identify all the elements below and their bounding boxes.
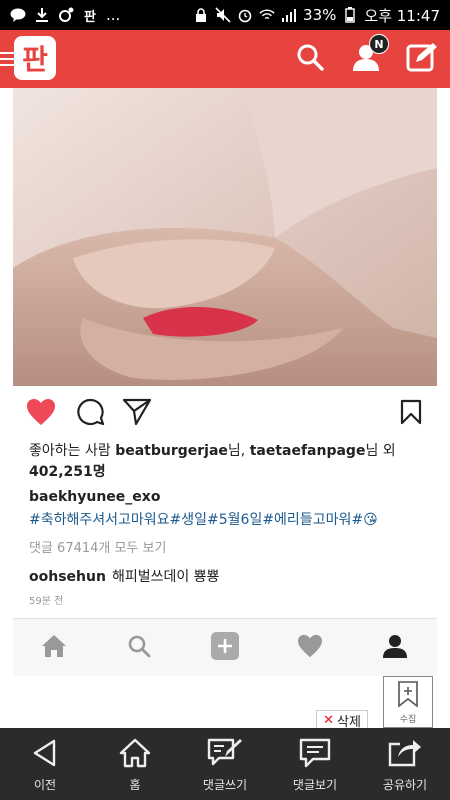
back-icon: [27, 736, 63, 770]
nav-back[interactable]: 이전: [0, 728, 90, 800]
likes-count[interactable]: 402,251명: [29, 464, 106, 480]
emoji: 😘: [363, 512, 378, 528]
comment-text: 해피벌쓰데이 뿅뿅: [111, 569, 220, 585]
post-time: 59분 전: [29, 596, 64, 607]
heart-icon: [26, 398, 56, 430]
write-button[interactable]: [405, 42, 439, 76]
hashtags-text: #축하해주셔서고마워요#생일#5월6일#에리들고마워#: [29, 512, 364, 528]
status-bar: 판 ... 33% 오후 11:47: [0, 0, 450, 30]
post-image-illustration: [13, 88, 437, 386]
pann-logo[interactable]: 판: [14, 36, 56, 80]
likes-text: 좋아하는 사람 beatburgerjae님, taetaefanpage님 외…: [29, 441, 429, 483]
tab-search[interactable]: [124, 633, 154, 663]
nav-write-comment-label: 댓글쓰기: [202, 778, 248, 792]
comment-username[interactable]: oohsehun: [29, 569, 106, 585]
nav-home-label: 홈: [129, 778, 141, 792]
delete-label: 삭제: [336, 714, 361, 730]
add-icon: [211, 632, 239, 664]
post-hashtags[interactable]: #축하해주셔서고마워요#생일#5월6일#에리들고마워#😘: [29, 509, 378, 529]
mute-icon: [215, 7, 231, 23]
status-ellipsis: ...: [106, 6, 121, 24]
nav-view-comments-label: 댓글보기: [292, 778, 338, 792]
status-right: 33% 오후 11:47: [193, 5, 440, 26]
nav-write-comment[interactable]: 댓글쓰기: [180, 728, 270, 800]
close-icon: ✕: [323, 712, 334, 728]
collect-label: 수집: [399, 714, 417, 725]
tab-home[interactable]: [39, 633, 69, 663]
nav-back-label: 이전: [33, 778, 57, 792]
nav-view-comments[interactable]: 댓글보기: [270, 728, 360, 800]
home-icon: [41, 634, 67, 662]
app-header: 판 N: [0, 30, 450, 88]
bookmark-icon: [400, 399, 422, 429]
tab-profile[interactable]: [380, 633, 410, 663]
menu-icon[interactable]: [0, 52, 14, 68]
kakaotalk-icon: [10, 7, 26, 23]
tab-add[interactable]: [210, 632, 240, 664]
nav-share[interactable]: 공유하기: [360, 728, 450, 800]
comment-button[interactable]: [75, 398, 107, 430]
liker-2[interactable]: taetaefanpage: [250, 443, 366, 459]
view-all-comments[interactable]: 댓글 67414개 모두 보기: [29, 537, 166, 556]
wifi-icon: [259, 7, 275, 23]
save-button[interactable]: [395, 398, 427, 430]
battery-icon: [342, 7, 358, 23]
battery-percent: 33%: [303, 6, 337, 24]
share-button[interactable]: [121, 398, 153, 430]
comment-icon: [77, 398, 105, 430]
search-icon: [296, 43, 324, 75]
post-image[interactable]: [13, 88, 437, 386]
write-comment-icon: [207, 736, 243, 770]
download-icon: [34, 7, 50, 23]
home-icon: [117, 736, 153, 770]
honorific-1: 님,: [227, 443, 250, 459]
bookmark-plus-icon: [397, 680, 419, 712]
alarm-icon: [237, 7, 253, 23]
share-icon: [387, 736, 423, 770]
profile-button[interactable]: N: [349, 34, 389, 76]
likes-prefix: 좋아하는 사람: [29, 443, 116, 459]
compose-icon: [406, 41, 438, 77]
pann-icon: 판: [84, 9, 96, 25]
signal-icon: [281, 7, 297, 23]
nav-home[interactable]: 홈: [90, 728, 180, 800]
nav-share-label: 공유하기: [382, 778, 428, 792]
comment-row: oohsehun 해피벌쓰데이 뿅뿅: [29, 566, 219, 586]
user-icon: [383, 634, 407, 662]
search-icon: [127, 634, 151, 662]
search-button[interactable]: [293, 42, 327, 76]
collect-button[interactable]: 수집: [383, 676, 433, 728]
heart-icon: [297, 634, 323, 662]
view-comments-icon: [297, 736, 333, 770]
instagram-tab-bar: [13, 618, 437, 676]
send-icon: [122, 398, 152, 430]
status-left: 판 ...: [10, 6, 121, 25]
post-actions: [13, 394, 437, 434]
notification-icon: [58, 7, 74, 23]
liker-1[interactable]: beatburgerjae: [115, 443, 228, 459]
status-time: 오후 11:47: [364, 6, 440, 25]
honorific-2: 님 외: [365, 443, 396, 459]
tab-activity[interactable]: [295, 633, 325, 663]
notification-badge: N: [369, 34, 389, 54]
lock-icon: [193, 7, 209, 23]
post-username[interactable]: baekhyunee_exo: [29, 489, 160, 505]
bottom-nav: 이전 홈 댓글쓰기 댓글보기 공유하기: [0, 728, 450, 800]
delete-button[interactable]: ✕ 삭제: [316, 710, 368, 730]
like-button[interactable]: [25, 398, 57, 430]
